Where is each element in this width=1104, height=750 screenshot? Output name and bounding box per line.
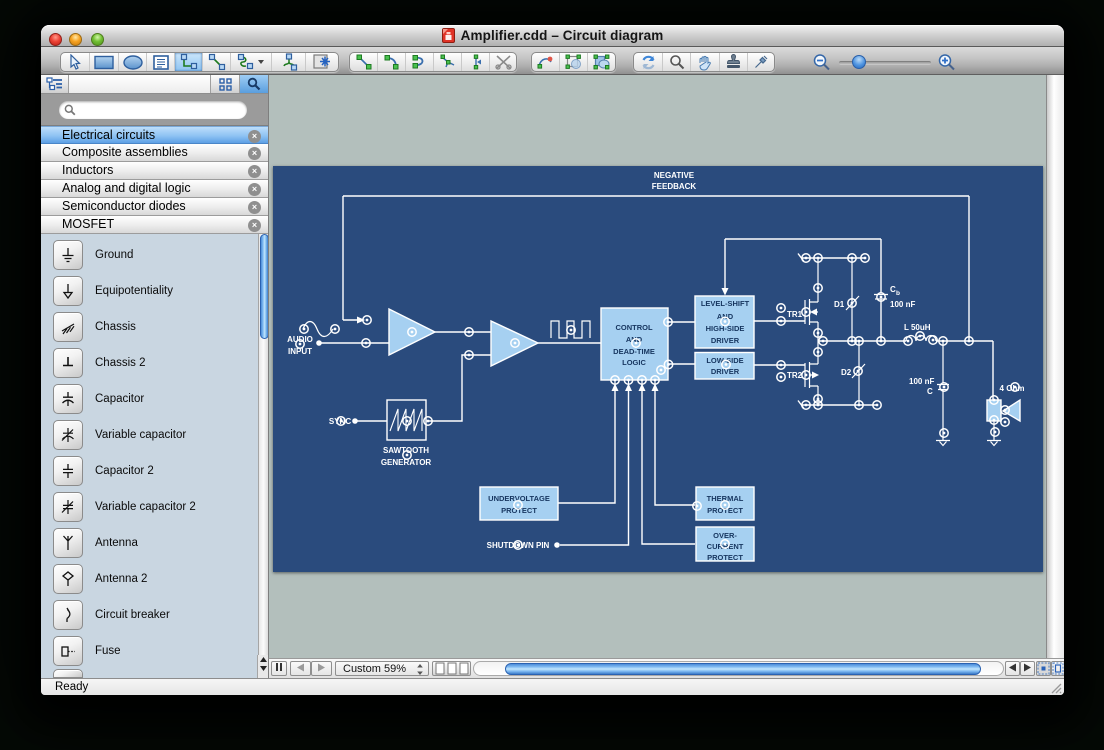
svg-text:D2: D2: [841, 368, 852, 377]
svg-text:TR2: TR2: [787, 371, 803, 380]
svg-text:b: b: [896, 290, 900, 297]
svg-text:TR1: TR1: [787, 310, 803, 319]
svg-text:LEVEL-SHIFT: LEVEL-SHIFT: [701, 299, 750, 308]
svg-text:D1: D1: [834, 300, 845, 309]
svg-text:C: C: [927, 387, 933, 396]
svg-text:LOGIC: LOGIC: [622, 358, 646, 367]
svg-text:FEEDBACK: FEEDBACK: [652, 182, 697, 191]
svg-text:PROTECT: PROTECT: [707, 506, 743, 515]
svg-text:PROTECT: PROTECT: [501, 506, 537, 515]
svg-text:DRIVER: DRIVER: [711, 336, 740, 345]
svg-text:CONTROL: CONTROL: [615, 323, 652, 332]
svg-text:NEGATIVE: NEGATIVE: [654, 171, 695, 180]
svg-text:4 Ohm: 4 Ohm: [1000, 384, 1025, 393]
svg-text:DEAD-TIME: DEAD-TIME: [613, 347, 655, 356]
svg-text:THERMAL: THERMAL: [707, 494, 744, 503]
svg-text:100 nF: 100 nF: [909, 377, 934, 386]
svg-text:AND: AND: [717, 312, 734, 321]
svg-text:PROTECT: PROTECT: [707, 553, 743, 562]
svg-text:OVER-: OVER-: [713, 531, 737, 540]
svg-text:100 nF: 100 nF: [890, 300, 915, 309]
svg-text:L 50uH: L 50uH: [904, 323, 931, 332]
